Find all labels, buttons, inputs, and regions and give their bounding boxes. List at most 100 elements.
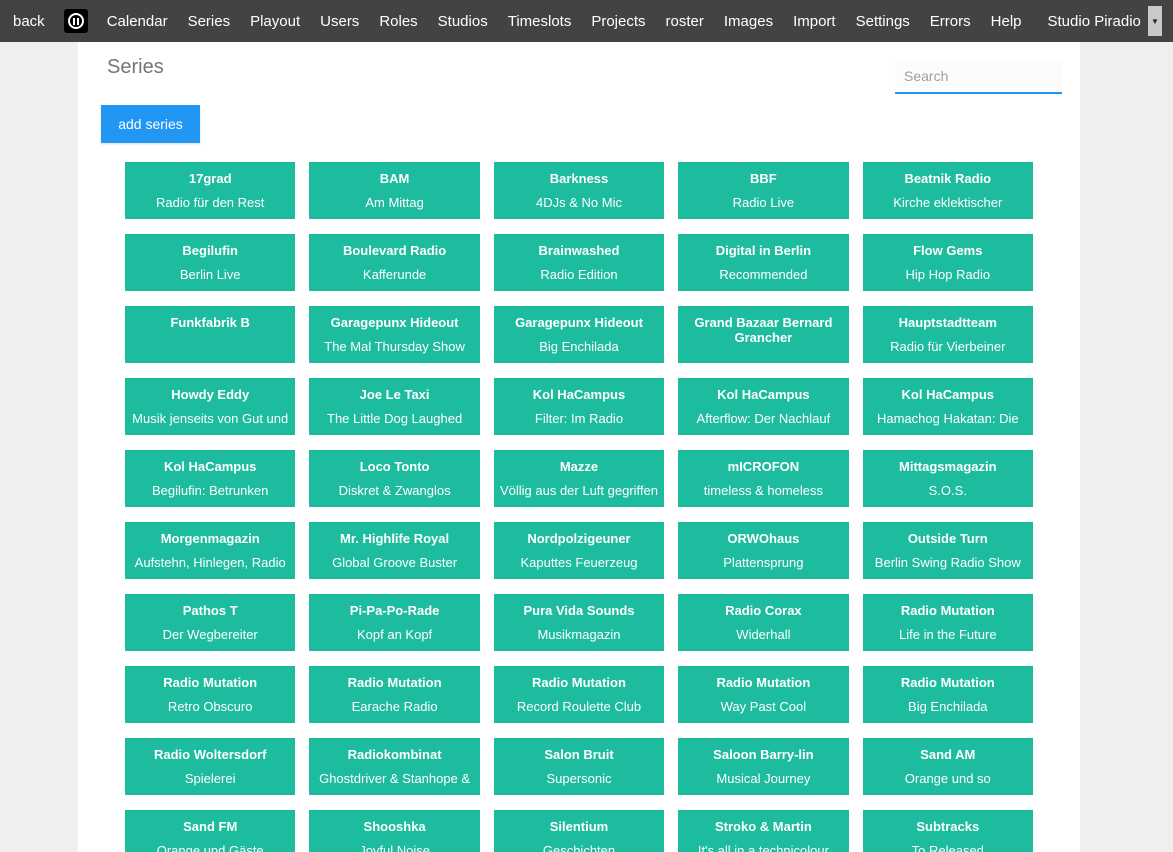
series-card[interactable]: BAMAm Mittag xyxy=(309,162,479,219)
series-card-subtitle: Der Wegbereiter xyxy=(130,627,290,642)
series-card[interactable]: Funkfabrik B xyxy=(125,306,295,363)
series-card[interactable]: Radio MutationBig Enchilada xyxy=(863,666,1033,723)
series-card[interactable]: Pathos TDer Wegbereiter xyxy=(125,594,295,651)
search-input[interactable] xyxy=(895,60,1062,94)
series-card[interactable]: Kol HaCampusFilter: Im Radio xyxy=(494,378,664,435)
series-card[interactable]: NordpolzigeunerKaputtes Feuerzeug xyxy=(494,522,664,579)
series-card-subtitle: Spielerei xyxy=(130,771,290,786)
series-card-title: Mazze xyxy=(501,459,657,474)
series-card[interactable]: HauptstadtteamRadio für Vierbeiner xyxy=(863,306,1033,363)
nav-item-calendar[interactable]: Calendar xyxy=(97,13,178,30)
nav-item-help[interactable]: Help xyxy=(981,13,1032,30)
series-card[interactable]: BBFRadio Live xyxy=(678,162,848,219)
series-card[interactable]: SubtracksTo Released xyxy=(863,810,1033,852)
series-card[interactable]: Boulevard RadioKafferunde xyxy=(309,234,479,291)
series-card-subtitle: Musical Journey xyxy=(683,771,843,786)
series-card[interactable]: Sand AMOrange und so xyxy=(863,738,1033,795)
series-card-title: Grand Bazaar Bernard Grancher xyxy=(685,315,841,345)
series-card-title: Radio Mutation xyxy=(685,675,841,690)
series-card[interactable]: Radio MutationRecord Roulette Club xyxy=(494,666,664,723)
series-card-title: ORWOhaus xyxy=(685,531,841,546)
series-card[interactable]: SilentiumGeschichten xyxy=(494,810,664,852)
series-card-subtitle: Orange und so xyxy=(868,771,1028,786)
series-card[interactable]: Outside TurnBerlin Swing Radio Show xyxy=(863,522,1033,579)
series-card[interactable]: BegilufinBerlin Live xyxy=(125,234,295,291)
nav-item-studios[interactable]: Studios xyxy=(428,13,498,30)
nav-item-playout[interactable]: Playout xyxy=(240,13,310,30)
series-card[interactable]: Garagepunx HideoutThe Mal Thursday Show xyxy=(309,306,479,363)
series-card[interactable]: MazzeVöllig aus der Luft gegriffen xyxy=(494,450,664,507)
series-card[interactable]: Beatnik Radio Kirche eklektischer xyxy=(863,162,1033,219)
series-card-subtitle: Big Enchilada xyxy=(868,699,1028,714)
series-card-title: mICROFON xyxy=(685,459,841,474)
series-card[interactable]: Grand Bazaar Bernard Grancher xyxy=(678,306,848,363)
series-card[interactable]: Kol HaCampusHamachog Hakatan: Die xyxy=(863,378,1033,435)
series-card[interactable]: Radio MutationWay Past Cool xyxy=(678,666,848,723)
series-card[interactable]: MorgenmagazinAufstehn, Hinlegen, Radio xyxy=(125,522,295,579)
series-card[interactable]: Howdy EddyMusik jenseits von Gut und xyxy=(125,378,295,435)
studio-select[interactable]: Studio Piradio ▼ xyxy=(1040,6,1162,36)
series-card[interactable]: Stroko & MartinIt's all in a technicolou… xyxy=(678,810,848,852)
series-card[interactable]: Radio MutationEarache Radio xyxy=(309,666,479,723)
series-card-title: Pura Vida Sounds xyxy=(501,603,657,618)
series-card[interactable]: ShooshkaJoyful Noise xyxy=(309,810,479,852)
studio-select-value: Studio Piradio xyxy=(1048,13,1141,30)
series-card-title: Barkness xyxy=(501,171,657,186)
nav-item-users[interactable]: Users xyxy=(310,13,369,30)
nav-item-import[interactable]: Import xyxy=(783,13,846,30)
series-card[interactable]: Radio MutationLife in the Future xyxy=(863,594,1033,651)
series-card[interactable]: 17grad Radio für den Rest xyxy=(125,162,295,219)
series-card[interactable]: Radio Woltersdorf Spielerei xyxy=(125,738,295,795)
series-card-title: Radio Woltersdorf xyxy=(132,747,288,762)
series-card-subtitle: The Mal Thursday Show xyxy=(314,339,474,354)
series-card-subtitle: Plattensprung xyxy=(683,555,843,570)
series-card[interactable]: Pi-Pa-Po-RadeKopf an Kopf xyxy=(309,594,479,651)
series-card[interactable]: Kol HaCampusBegilufin: Betrunken xyxy=(125,450,295,507)
nav-item-series[interactable]: Series xyxy=(178,13,241,30)
series-card-title: Radio Mutation xyxy=(501,675,657,690)
series-card[interactable]: Barkness4DJs & No Mic xyxy=(494,162,664,219)
series-card-subtitle: Radio für den Rest xyxy=(130,195,290,210)
nav-item-images[interactable]: Images xyxy=(714,13,783,30)
chevron-down-icon[interactable]: ▼ xyxy=(1148,6,1162,36)
series-card-subtitle: Musikmagazin xyxy=(499,627,659,642)
series-card-title: Outside Turn xyxy=(870,531,1026,546)
series-card-subtitle: Kirche eklektischer xyxy=(868,195,1028,210)
series-card-title: Mr. Highlife Royal xyxy=(316,531,472,546)
back-link[interactable]: back xyxy=(0,13,55,30)
series-card[interactable]: BrainwashedRadio Edition xyxy=(494,234,664,291)
series-card[interactable]: Garagepunx HideoutBig Enchilada xyxy=(494,306,664,363)
series-card[interactable]: Joe Le TaxiThe Little Dog Laughed xyxy=(309,378,479,435)
series-card[interactable]: Radio MutationRetro Obscuro xyxy=(125,666,295,723)
series-card-title: Beatnik Radio xyxy=(870,171,1026,186)
nav-item-roster[interactable]: roster xyxy=(656,13,714,30)
nav-item-roles[interactable]: Roles xyxy=(369,13,427,30)
series-card[interactable]: Saloon Barry-linMusical Journey xyxy=(678,738,848,795)
add-series-button[interactable]: add series xyxy=(101,105,200,143)
series-card-subtitle: Life in the Future xyxy=(868,627,1028,642)
series-card[interactable]: MittagsmagazinS.O.S. xyxy=(863,450,1033,507)
series-card[interactable]: Sand FMOrange und Gäste xyxy=(125,810,295,852)
nav-item-timeslots[interactable]: Timeslots xyxy=(498,13,582,30)
series-card[interactable]: Flow GemsHip Hop Radio xyxy=(863,234,1033,291)
series-card-subtitle: Recommended xyxy=(683,267,843,282)
series-card-title: Radiokombinat xyxy=(316,747,472,762)
series-card[interactable]: Salon BruitSupersonic xyxy=(494,738,664,795)
nav-item-errors[interactable]: Errors xyxy=(920,13,981,30)
navbar: back CalendarSeriesPlayoutUsersRolesStud… xyxy=(0,0,1173,42)
series-card[interactable]: Mr. Highlife RoyalGlobal Groove Buster xyxy=(309,522,479,579)
series-card[interactable]: ORWOhaus Plattensprung xyxy=(678,522,848,579)
series-card[interactable]: mICROFONtimeless & homeless xyxy=(678,450,848,507)
series-card-title: 17grad xyxy=(132,171,288,186)
series-card[interactable]: Radio CoraxWiderhall xyxy=(678,594,848,651)
series-card[interactable]: Digital in BerlinRecommended xyxy=(678,234,848,291)
series-card[interactable]: Pura Vida Sounds Musikmagazin xyxy=(494,594,664,651)
series-card-subtitle: Big Enchilada xyxy=(499,339,659,354)
series-card-title: Morgenmagazin xyxy=(132,531,288,546)
series-card[interactable]: Loco TontoDiskret & Zwanglos xyxy=(309,450,479,507)
series-card[interactable]: Kol HaCampusAfterflow: Der Nachlauf xyxy=(678,378,848,435)
nav-item-projects[interactable]: Projects xyxy=(581,13,655,30)
series-card[interactable]: RadiokombinatGhostdriver & Stanhope & xyxy=(309,738,479,795)
series-card-title: Joe Le Taxi xyxy=(316,387,472,402)
nav-item-settings[interactable]: Settings xyxy=(846,13,920,30)
